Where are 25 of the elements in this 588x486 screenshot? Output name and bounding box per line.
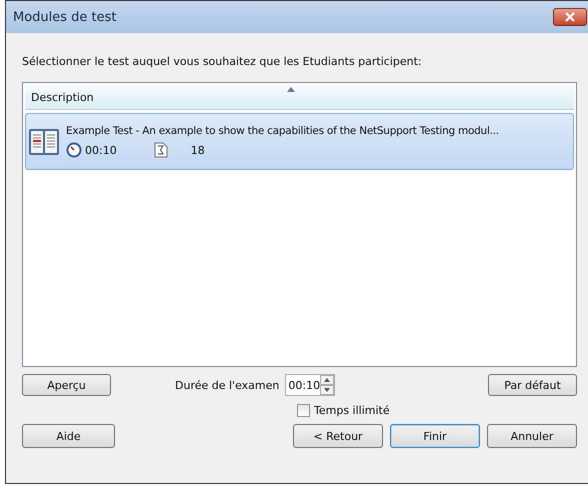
duration-spinner[interactable]: 00:10 xyxy=(285,374,336,396)
sort-arrow-icon xyxy=(287,87,295,92)
preview-button[interactable]: Aperçu xyxy=(22,374,111,396)
dialog-button[interactable]: < Retour xyxy=(293,424,383,448)
instruction-text: Sélectionner le test auquel vous souhaitez que les Etudiants participent: xyxy=(22,55,423,70)
spin-down-icon[interactable] xyxy=(320,385,334,395)
dialog-button[interactable]: Aide xyxy=(22,424,115,448)
duration-label: Durée de l'examen xyxy=(175,378,280,392)
sigma-document-icon xyxy=(154,142,168,158)
checkbox-label: Temps illimité xyxy=(314,404,390,416)
close-button[interactable] xyxy=(553,8,587,26)
question-count: 18 xyxy=(190,144,205,156)
spin-up-icon[interactable] xyxy=(320,375,334,385)
dialog-button[interactable]: Finir xyxy=(390,424,480,448)
default-button[interactable]: Par défaut xyxy=(488,374,577,396)
column-label: Description xyxy=(31,90,94,104)
column-header[interactable]: Description xyxy=(25,85,574,110)
dialog-button[interactable]: Annuler xyxy=(487,424,577,448)
test-duration: 00:10 xyxy=(85,144,117,156)
stopwatch-icon xyxy=(66,142,82,158)
test-title: Example Test - An example to show the capabilities of the NetSupport Testing modul... xyxy=(66,125,499,137)
checkbox[interactable] xyxy=(297,404,310,416)
close-icon xyxy=(565,12,575,22)
window-title: Modules de test xyxy=(13,10,117,24)
test-item[interactable]: Example Test - An example to show the capabilities of the NetSupport Testing modul... 00:10 18 xyxy=(25,113,574,170)
